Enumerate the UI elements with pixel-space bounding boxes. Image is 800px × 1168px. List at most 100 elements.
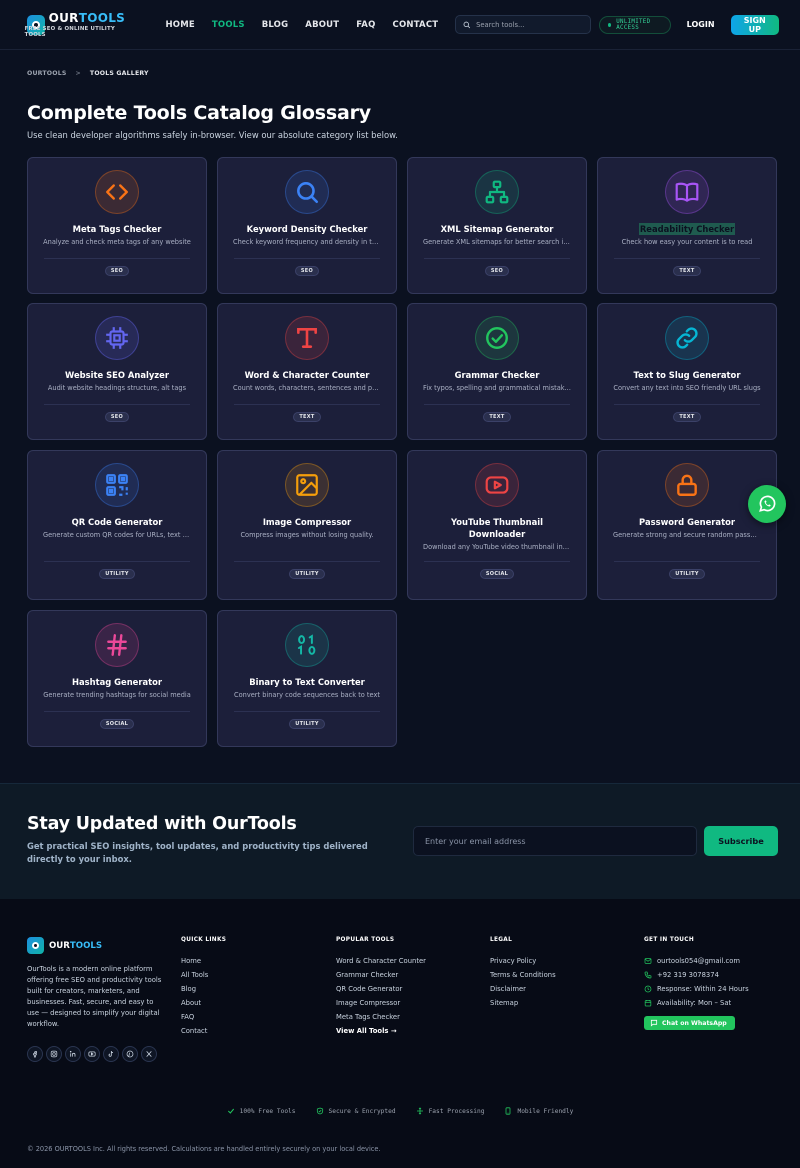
pinterest-icon[interactable] xyxy=(122,1046,138,1062)
category-badge: SEO xyxy=(104,412,130,422)
footer-legal: LEGAL Privacy Policy Terms & Conditions … xyxy=(490,937,556,1010)
tool-title: Image Compressor xyxy=(262,517,352,527)
tool-card-word-character-counter[interactable]: Word & Character Counter Count words, ch… xyxy=(217,303,397,440)
footer-link-tool[interactable]: Image Compressor xyxy=(336,996,426,1010)
tool-description: Generate trending hashtags for social me… xyxy=(43,691,191,699)
footer-link-disclaimer[interactable]: Disclaimer xyxy=(490,982,556,996)
brand-logo[interactable]: OURTOOLS FREE SEO & ONLINE UTILITY TOOLS xyxy=(25,10,127,38)
footer-brand-name: OURTOOLS xyxy=(49,940,103,951)
social-links xyxy=(27,1046,157,1062)
search-input[interactable] xyxy=(476,20,584,29)
youtube-icon xyxy=(475,463,519,507)
linkedin-icon[interactable] xyxy=(65,1046,81,1062)
tool-title: Keyword Density Checker xyxy=(246,224,368,234)
sitemap-icon xyxy=(475,170,519,214)
feature-fast: Fast Processing xyxy=(416,1107,484,1115)
tool-description: Audit website headings structure, alt ta… xyxy=(47,384,187,392)
footer-link-privacy[interactable]: Privacy Policy xyxy=(490,954,556,968)
category-badge: SEO xyxy=(104,266,130,276)
tool-description: Compress images without losing quality. xyxy=(240,531,374,539)
tool-description: Convert any text into SEO friendly URL s… xyxy=(613,384,761,392)
tool-card-image-compressor[interactable]: Image Compressor Compress images without… xyxy=(217,450,397,600)
login-link[interactable]: LOGIN xyxy=(687,20,715,29)
tool-card-website-seo-analyzer[interactable]: Website SEO Analyzer Audit website headi… xyxy=(27,303,207,440)
tool-card-password-generator[interactable]: Password Generator Generate strong and s… xyxy=(597,450,777,600)
footer-logo[interactable]: OURTOOLS xyxy=(27,937,102,954)
newsletter-subtitle: Get practical SEO insights, tool updates… xyxy=(27,841,368,864)
clock-icon xyxy=(644,985,652,993)
nav-about[interactable]: ABOUT xyxy=(305,20,339,30)
footer-link-about[interactable]: About xyxy=(181,996,226,1010)
nav-blog[interactable]: BLOG xyxy=(262,20,289,30)
youtube-icon[interactable] xyxy=(84,1046,100,1062)
footer-link-terms[interactable]: Terms & Conditions xyxy=(490,968,556,982)
book-icon xyxy=(665,170,709,214)
lock-icon xyxy=(665,463,709,507)
footer-quick-links: QUICK LINKS Home All Tools Blog About FA… xyxy=(181,937,226,1038)
check-icon xyxy=(227,1108,234,1114)
tool-card-hashtag-generator[interactable]: Hashtag Generator Generate trending hash… xyxy=(27,610,207,747)
nav-tools[interactable]: TOOLS xyxy=(212,20,245,30)
footer-link-tool[interactable]: Meta Tags Checker xyxy=(336,1010,426,1024)
footer-link-faq[interactable]: FAQ xyxy=(181,1010,226,1024)
tool-card-text-to-slug-generator[interactable]: Text to Slug Generator Convert any text … xyxy=(597,303,777,440)
footer-link-tool[interactable]: QR Code Generator xyxy=(336,982,426,996)
calendar-icon xyxy=(644,1000,652,1007)
tool-card-youtube-thumbnail-downloader[interactable]: YouTube Thumbnail Downloader Download an… xyxy=(407,450,587,600)
contact-phone[interactable]: +92 319 3078374 xyxy=(644,968,749,982)
search-icon xyxy=(285,170,329,214)
contact-availability: Availability: Mon – Sat xyxy=(644,996,749,1010)
newsletter-title: Stay Updated with OurTools xyxy=(27,814,297,834)
tool-card-meta-tags-checker[interactable]: Meta Tags Checker Analyze and check meta… xyxy=(27,157,207,294)
search-icon xyxy=(463,21,471,28)
footer-link-home[interactable]: Home xyxy=(181,954,226,968)
facebook-icon[interactable] xyxy=(27,1046,43,1062)
tool-title: XML Sitemap Generator xyxy=(440,224,554,234)
footer-link-tool[interactable]: Grammar Checker xyxy=(336,968,426,982)
category-badge: SOCIAL xyxy=(479,569,515,579)
footer-heading: GET IN TOUCH xyxy=(644,937,695,943)
tool-card-readability-checker[interactable]: Readability Checker Check how easy your … xyxy=(597,157,777,294)
nav-contact[interactable]: CONTACT xyxy=(393,20,439,30)
feature-mobile: Mobile Friendly xyxy=(504,1107,573,1115)
tool-card-grammar-checker[interactable]: Grammar Checker Fix typos, spelling and … xyxy=(407,303,587,440)
footer-link-blog[interactable]: Blog xyxy=(181,982,226,996)
tool-card-xml-sitemap-generator[interactable]: XML Sitemap Generator Generate XML sitem… xyxy=(407,157,587,294)
tools-grid: Meta Tags Checker Analyze and check meta… xyxy=(27,157,778,747)
tool-title: Grammar Checker xyxy=(454,370,540,380)
view-all-tools-link[interactable]: View All Tools → xyxy=(336,1024,426,1038)
tool-title: Meta Tags Checker xyxy=(72,224,162,234)
contact-email[interactable]: ourtools054@gmail.com xyxy=(644,954,749,968)
breadcrumb: OURTOOLS > TOOLS GALLERY xyxy=(27,70,778,77)
chat-whatsapp-button[interactable]: Chat on WhatsApp xyxy=(644,1016,735,1030)
tool-card-keyword-density-checker[interactable]: Keyword Density Checker Check keyword fr… xyxy=(217,157,397,294)
signup-button[interactable]: SIGN UP xyxy=(730,14,779,35)
tool-description: Count words, characters, sentences and p… xyxy=(233,384,381,392)
instagram-icon[interactable] xyxy=(46,1046,62,1062)
whatsapp-icon xyxy=(759,495,776,512)
category-badge: UTILITY xyxy=(99,569,135,579)
footer-link-all-tools[interactable]: All Tools xyxy=(181,968,226,982)
tool-card-binary-to-text-converter[interactable]: Binary to Text Converter Convert binary … xyxy=(217,610,397,747)
nav-home[interactable]: HOME xyxy=(165,20,194,30)
binary-icon xyxy=(285,623,329,667)
search-box[interactable] xyxy=(455,15,592,34)
subscribe-button[interactable]: Subscribe xyxy=(704,826,778,856)
footer-link-sitemap[interactable]: Sitemap xyxy=(490,996,556,1010)
brand-name: OURTOOLS xyxy=(48,10,126,25)
whatsapp-float-button[interactable] xyxy=(748,485,786,523)
tool-title: Word & Character Counter xyxy=(244,370,370,380)
shield-icon xyxy=(316,1107,323,1115)
tool-description: Generate XML sitemaps for better search … xyxy=(423,238,571,246)
nav-faq[interactable]: FAQ xyxy=(356,20,375,30)
footer-link-contact[interactable]: Contact xyxy=(181,1024,226,1038)
site-footer: OURTOOLS OurTools is a modern online pla… xyxy=(0,899,800,1168)
contact-response-time: Response: Within 24 Hours xyxy=(644,982,749,996)
newsletter-email-input[interactable] xyxy=(413,826,697,856)
x-icon[interactable] xyxy=(141,1046,157,1062)
chat-icon xyxy=(650,1019,658,1027)
footer-link-tool[interactable]: Word & Character Counter xyxy=(336,954,426,968)
breadcrumb-root[interactable]: OURTOOLS xyxy=(27,70,67,77)
tool-card-qr-code-generator[interactable]: QR Code Generator Generate custom QR cod… xyxy=(27,450,207,600)
tiktok-icon[interactable] xyxy=(103,1046,119,1062)
